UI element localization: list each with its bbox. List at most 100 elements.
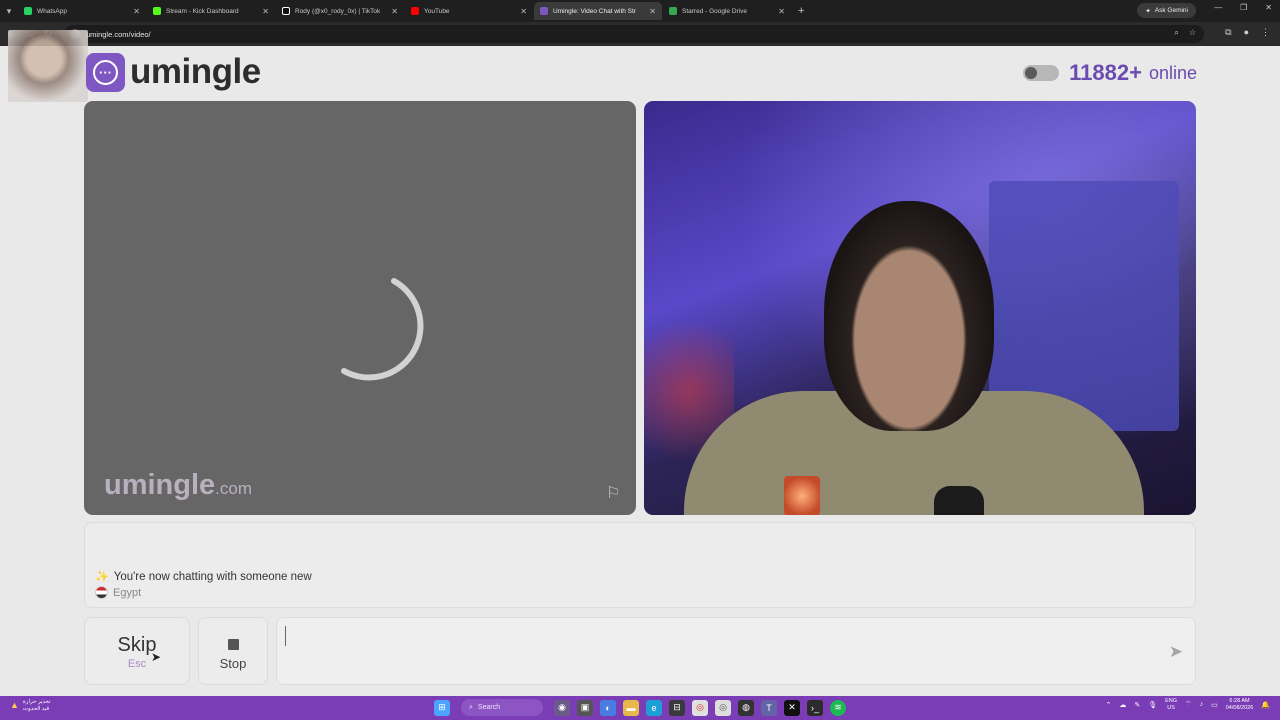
send-icon[interactable]: ➤ xyxy=(1169,642,1183,662)
umingle-icon xyxy=(540,7,548,15)
weather-widget[interactable]: ▲ تحذير حرارة قيد الحدوث xyxy=(10,699,50,712)
stop-label: Stop xyxy=(219,656,247,671)
browser-tab-strip: ▾ WhatsApp ✕ Stream - Kick Dashboard ✕ R… xyxy=(0,0,1280,22)
tab-label: YouTube xyxy=(424,7,450,15)
capcut-icon[interactable]: ✕ xyxy=(784,699,800,716)
search-icon: ⌕ xyxy=(469,703,473,711)
chat-log: ✨ You're now chatting with someone new E… xyxy=(84,522,1196,608)
tab-label: Rody (@x0_rody_0x) | TikTok xyxy=(295,7,381,15)
profile-avatar[interactable]: ● xyxy=(1244,27,1249,38)
start-icon[interactable]: ⊞ xyxy=(434,699,450,716)
time-text: 6:28 AM xyxy=(1229,698,1250,704)
pen-icon[interactable]: ✎ xyxy=(1134,701,1140,709)
language-indicator[interactable]: ENG US xyxy=(1165,698,1177,712)
report-flag-icon[interactable]: ⚐ xyxy=(606,483,624,502)
tab-search-icon[interactable]: ▾ xyxy=(0,0,18,22)
kick-icon xyxy=(153,7,161,15)
skip-button[interactable]: Skip Esc ➤ xyxy=(84,617,190,685)
system-message: ✨ You're now chatting with someone new xyxy=(95,570,312,584)
wifi-icon[interactable]: ⌔ xyxy=(1185,700,1192,709)
watermark-domain: .com xyxy=(215,479,253,498)
tab-umingle[interactable]: Umingle: Video Chat with Str ✕ xyxy=(534,2,662,20)
loading-spinner xyxy=(341,278,424,381)
tab-whatsapp[interactable]: WhatsApp ✕ xyxy=(18,2,146,20)
close-icon[interactable]: ✕ xyxy=(262,7,269,16)
bookmark-star-icon[interactable]: ☆ xyxy=(1189,28,1196,38)
search-label: Search xyxy=(477,704,501,711)
spotify-icon[interactable]: ≋ xyxy=(830,699,846,716)
close-icon[interactable]: ✕ xyxy=(133,7,140,16)
menu-icon[interactable]: ⋮ xyxy=(1261,27,1270,38)
tab-youtube[interactable]: YouTube ✕ xyxy=(405,2,533,20)
notification-bell-icon[interactable]: 🔔 xyxy=(1261,701,1270,709)
terminal-icon[interactable]: ›_ xyxy=(807,699,823,716)
new-tab-button[interactable]: + xyxy=(798,5,804,17)
extensions-icon[interactable]: ⧉ xyxy=(1225,27,1231,38)
tab-kick-dashboard[interactable]: Stream - Kick Dashboard ✕ xyxy=(147,2,275,20)
chrome-dev-icon[interactable]: ◎ xyxy=(715,699,731,716)
tiktok-icon xyxy=(282,7,290,15)
stop-button[interactable]: Stop xyxy=(198,617,268,685)
chat-bubble-icon: ··· xyxy=(86,52,125,92)
battery-icon[interactable]: ▭ xyxy=(1211,701,1218,709)
tab-label: WhatsApp xyxy=(37,7,67,15)
country-info: Egypt xyxy=(95,586,141,599)
clock[interactable]: 6:28 AM 04/08/2026 xyxy=(1226,698,1254,712)
weather-line2: قيد الحدوث xyxy=(22,705,50,712)
weather-line1: تحذير حرارة xyxy=(22,699,51,705)
microphone-icon[interactable]: 🎙 xyxy=(1148,701,1157,709)
teams-icon[interactable]: T xyxy=(761,699,777,716)
lang-line1: ENG xyxy=(1165,698,1178,704)
window-controls: — ❐ ✕ xyxy=(1214,3,1272,12)
chevron-up-icon[interactable]: ⌃ xyxy=(1105,701,1111,709)
chrome-icon[interactable]: ◎ xyxy=(692,699,708,716)
taskbar-search[interactable]: ⌕ Search xyxy=(461,699,543,716)
close-icon[interactable]: ✕ xyxy=(520,7,527,16)
tab-google-drive[interactable]: Starred - Google Drive ✕ xyxy=(663,2,791,20)
whatsapp-icon xyxy=(24,7,32,15)
self-camera-video xyxy=(644,101,1196,515)
tab-label: Stream - Kick Dashboard xyxy=(166,7,239,15)
tab-label: Starred - Google Drive xyxy=(682,7,748,15)
skip-label: Skip xyxy=(117,634,157,656)
address-bar-row: ← → ↻ umingle.com/video/ ⌕ ☆ ⧉ ● ⋮ xyxy=(0,22,1280,46)
close-icon[interactable]: ✕ xyxy=(778,7,785,16)
url-actions: ⌕ ☆ xyxy=(1174,28,1196,38)
browser-tools: ⧉ ● ⋮ xyxy=(1225,27,1270,38)
gemini-icon: ✦ xyxy=(1145,7,1151,15)
youtube-icon xyxy=(411,7,419,15)
message-box[interactable]: ➤ xyxy=(276,617,1196,685)
tab-tiktok[interactable]: Rody (@x0_rody_0x) | TikTok ✕ xyxy=(276,2,404,20)
edge-icon[interactable]: e xyxy=(646,699,662,716)
close-window-icon[interactable]: ✕ xyxy=(1265,3,1272,12)
task-view-icon[interactable]: ▣ xyxy=(577,699,593,716)
message-input[interactable] xyxy=(285,626,1145,646)
online-counter: 11882+ online xyxy=(1023,60,1197,86)
dark-mode-toggle[interactable] xyxy=(1023,65,1060,81)
close-icon[interactable]: ✕ xyxy=(391,7,398,16)
volume-icon[interactable]: ♪ xyxy=(1200,701,1204,708)
date-text: 04/08/2026 xyxy=(1225,704,1254,711)
onedrive-icon[interactable]: ☁ xyxy=(1119,701,1126,709)
close-icon[interactable]: ✕ xyxy=(649,7,656,16)
umingle-watermark: umingle.com xyxy=(104,469,252,502)
windows-taskbar: ▲ تحذير حرارة قيد الحدوث ⊞ ⌕ Search ◉ ▣ … xyxy=(0,696,1280,720)
ask-gemini-button[interactable]: ✦ Ask Gemini xyxy=(1137,3,1196,18)
url-text: umingle.com/video/ xyxy=(86,29,151,39)
zoom-icon[interactable]: ⌕ xyxy=(1174,28,1178,38)
url-field[interactable]: umingle.com/video/ ⌕ ☆ xyxy=(64,25,1204,43)
ask-gemini-label: Ask Gemini xyxy=(1154,7,1188,14)
store-icon[interactable]: ⊟ xyxy=(669,699,685,716)
skip-shortcut: Esc xyxy=(127,658,147,670)
umingle-logo[interactable]: ··· umingle xyxy=(86,52,261,92)
obs-icon[interactable]: ◍ xyxy=(738,699,754,716)
copilot-icon[interactable]: ◐ xyxy=(600,699,616,716)
widgets-icon[interactable]: ◉ xyxy=(554,699,570,716)
system-tray: ⌃ ☁ ✎ 🎙 ENG US ⌔ ♪ ▭ 6:28 AM 04/08/2026 … xyxy=(1105,698,1270,712)
maximize-icon[interactable]: ❐ xyxy=(1240,3,1247,12)
mouse-cursor-icon: ➤ xyxy=(151,650,162,664)
file-explorer-icon[interactable]: ▬ xyxy=(623,699,639,716)
minimize-icon[interactable]: — xyxy=(1214,3,1222,12)
country-name: Egypt xyxy=(113,586,142,599)
taskbar-apps: ⊞ ⌕ Search ◉ ▣ ◐ ▬ e ⊟ ◎ ◎ ◍ T ✕ ›_ ≋ xyxy=(434,699,846,716)
